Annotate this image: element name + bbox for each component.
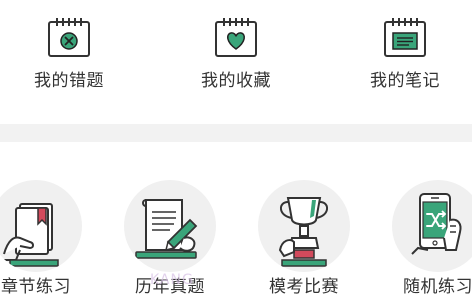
quick-link-wrong-questions[interactable]: 我的错题 <box>14 0 124 110</box>
module-label: 章节练习 <box>1 277 71 297</box>
module-chapter-practice[interactable]: 章节练习 <box>0 142 106 306</box>
module-label: 随机练习 <box>403 277 472 297</box>
trophy-icon <box>278 197 328 267</box>
quick-link-label: 我的笔记 <box>370 71 440 91</box>
module-mock-contest[interactable]: 模考比赛 <box>234 142 374 306</box>
quick-link-favorites[interactable]: 我的收藏 <box>181 0 291 110</box>
phone-shuffle-icon <box>411 193 462 255</box>
module-disc <box>0 180 82 272</box>
module-label: 模考比赛 <box>269 277 339 297</box>
module-disc <box>124 180 216 272</box>
quick-link-label: 我的错题 <box>34 71 104 91</box>
practice-modules-section: 章节练习 历年真题 模考比赛 随机练习 <box>0 142 472 306</box>
calendar-note-icon <box>384 18 426 57</box>
watermark: KANG <box>150 272 194 288</box>
quick-link-label: 我的收藏 <box>201 71 271 91</box>
module-disc <box>258 180 350 272</box>
module-disc <box>392 180 472 272</box>
quick-link-notes[interactable]: 我的笔记 <box>350 0 460 110</box>
module-random-practice[interactable]: 随机练习 <box>368 142 472 306</box>
calendar-x-icon <box>48 18 90 57</box>
scroll-pen-icon <box>135 199 198 259</box>
book-bookmark-icon <box>0 203 59 267</box>
calendar-heart-icon <box>215 18 257 57</box>
quick-links-section: 我的错题 我的收藏 我的笔记 <box>0 0 472 124</box>
section-divider <box>0 124 472 142</box>
